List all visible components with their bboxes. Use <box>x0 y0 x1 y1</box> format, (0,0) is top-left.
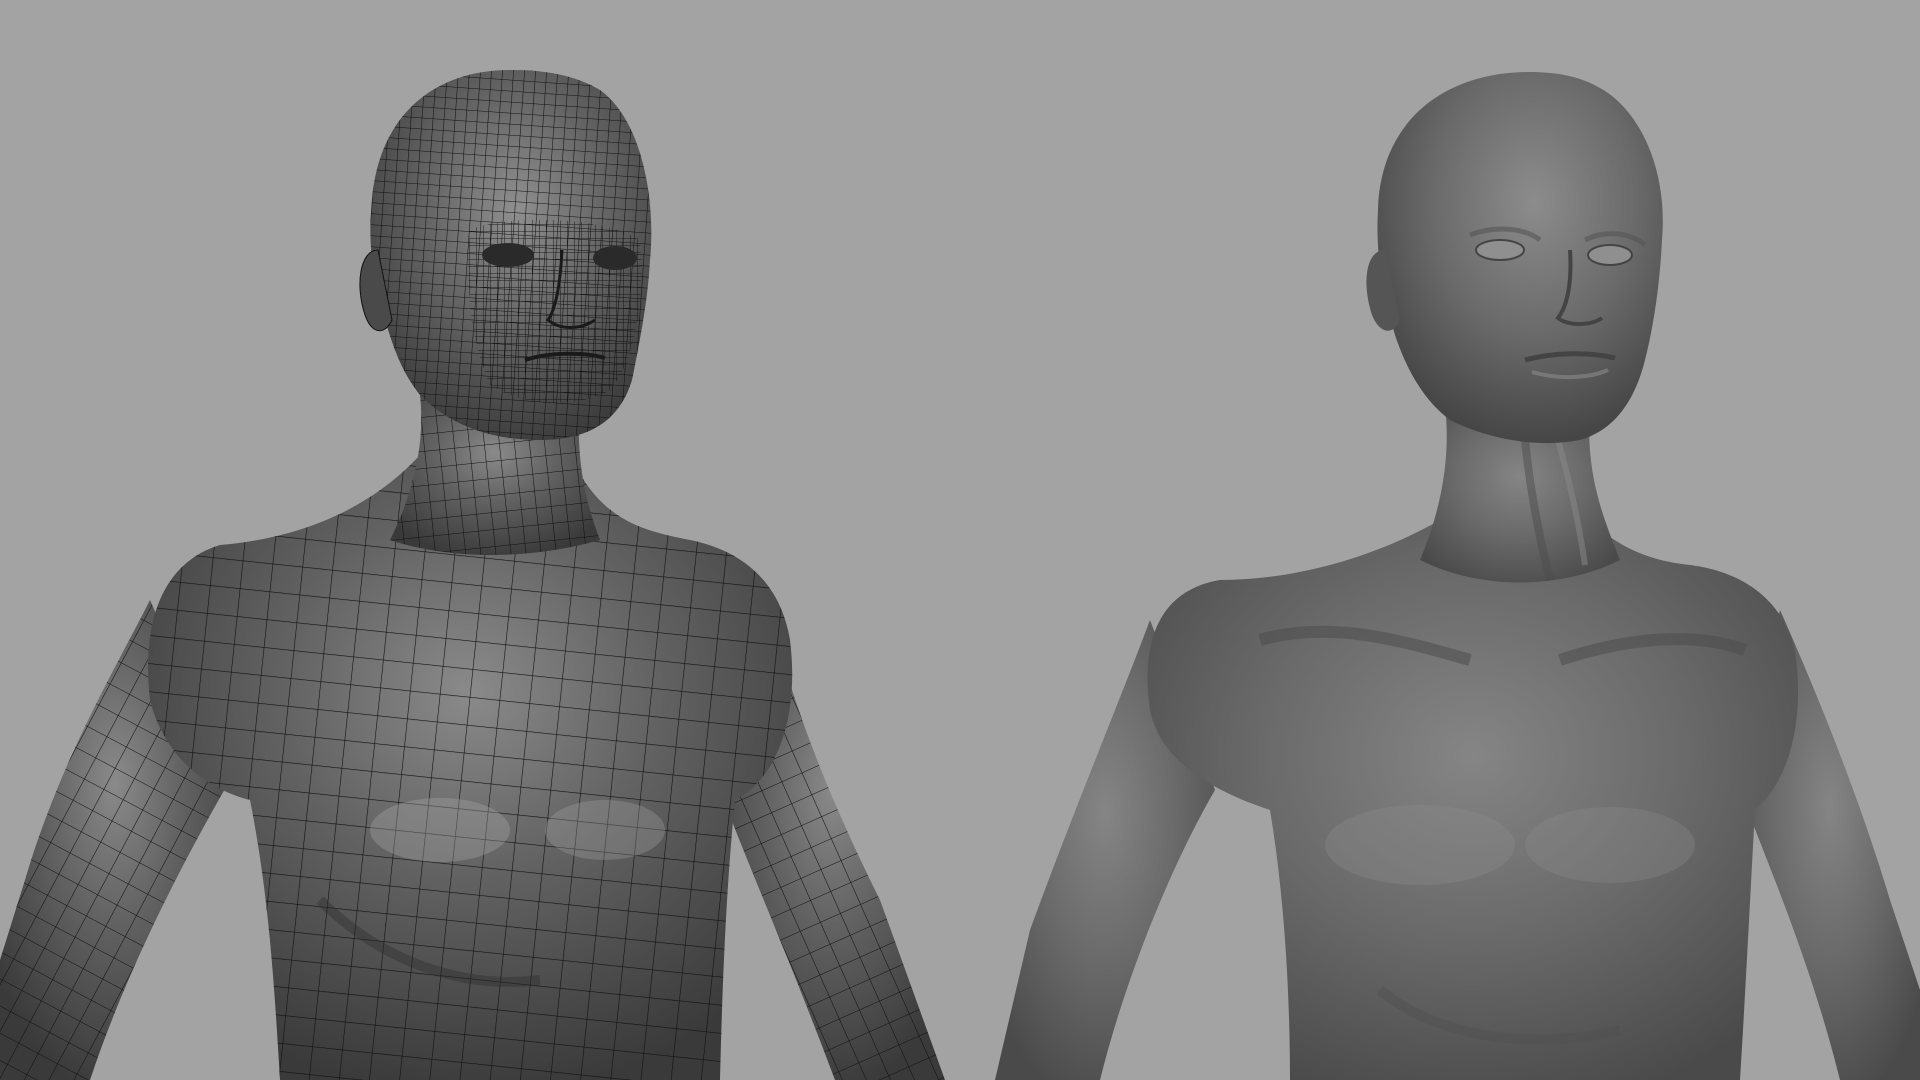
smooth-bust[interactable] <box>995 72 1920 1080</box>
wireframe-bust[interactable] <box>0 70 945 1080</box>
wireframe-left-eye <box>482 243 534 267</box>
sculpt-left-eye <box>1475 239 1525 261</box>
viewport-canvas <box>0 70 1920 1080</box>
wireframe-right-eye <box>593 246 637 270</box>
3d-viewport[interactable] <box>0 0 1920 1080</box>
sculpt-right-eye <box>1587 244 1633 266</box>
sculpt-torso <box>1147 520 1799 1080</box>
